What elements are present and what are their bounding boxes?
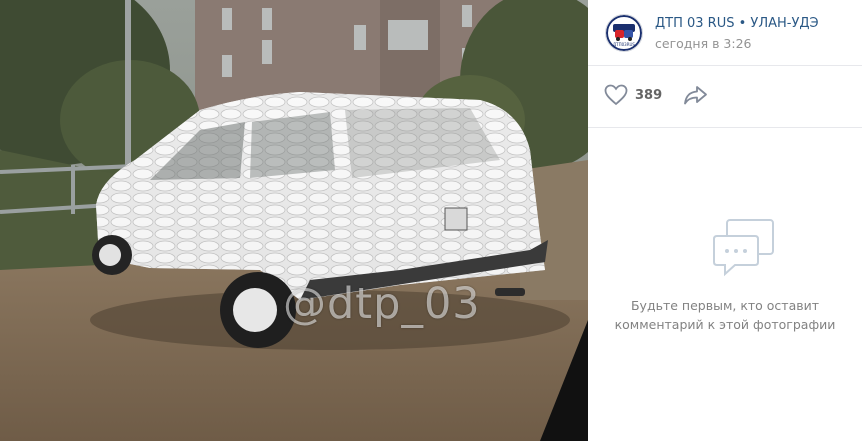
empty-message-line-2: комментарий к этой фотографии	[614, 317, 836, 332]
share-button[interactable]	[683, 84, 709, 110]
photo-info-panel: ДТП03RUS ДТП 03 RUS • УЛАН-УДЭ сегодня в…	[588, 0, 862, 441]
author-avatar[interactable]: ДТП03RUS	[605, 14, 643, 52]
avatar-logo-icon: ДТП03RUS	[606, 15, 642, 51]
post-header: ДТП03RUS ДТП 03 RUS • УЛАН-УДЭ сегодня в…	[588, 0, 862, 66]
photo-viewer-image[interactable]: @dtp_03	[0, 0, 588, 441]
empty-message-line-1: Будьте первым, кто оставит	[630, 298, 820, 313]
post-actions: 389	[588, 66, 862, 128]
post-timestamp[interactable]: сегодня в 3:26	[655, 36, 752, 51]
car-photo	[0, 0, 588, 441]
comments-empty-message: Будьте первым, кто оставит комментарий к…	[588, 296, 862, 334]
avatar-logo-text: ДТП03RUS	[613, 42, 635, 47]
heart-outline-icon	[604, 84, 628, 106]
comment-bubble-icon	[713, 218, 775, 282]
share-arrow-icon	[684, 86, 707, 105]
author-name-link[interactable]: ДТП 03 RUS • УЛАН-УДЭ	[655, 16, 819, 31]
photo-watermark: @dtp_03	[283, 279, 481, 329]
like-button[interactable]: 389	[604, 84, 662, 106]
like-count: 389	[635, 87, 663, 103]
